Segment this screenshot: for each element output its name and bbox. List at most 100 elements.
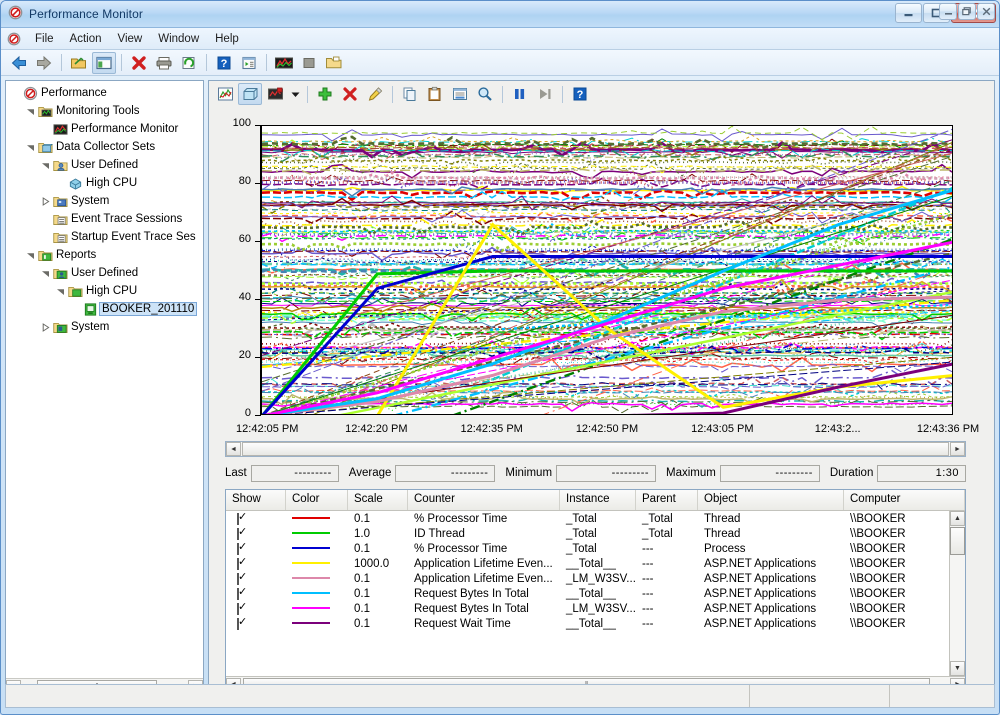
table-row[interactable]: 1.0ID Thread_Total_TotalThread\\BOOKER <box>226 526 949 541</box>
column-header-show[interactable]: Show <box>226 490 286 510</box>
scroll-down-button[interactable]: ▼ <box>950 661 965 676</box>
minimize-button[interactable] <box>895 3 922 23</box>
show-checkbox[interactable] <box>226 573 286 585</box>
x-axis-tick-label: 12:42:20 PM <box>345 423 407 435</box>
menu-window[interactable]: Window <box>150 30 207 48</box>
menu-action[interactable]: Action <box>62 30 110 48</box>
show-checkbox[interactable] <box>226 618 286 630</box>
column-header-scale[interactable]: Scale <box>348 490 408 510</box>
graph-horizontal-scrollbar[interactable]: ◄ ► <box>225 441 966 457</box>
table-row[interactable]: 0.1Application Lifetime Even..._LM_W3SV.… <box>226 571 949 586</box>
expand-collapse-open-icon[interactable] <box>24 251 36 260</box>
tree-item-booker-201110[interactable]: BOOKER_201110 <box>9 300 203 318</box>
table-row[interactable]: 1000.0Application Lifetime Even...__Tota… <box>226 556 949 571</box>
show-checkbox[interactable] <box>226 603 286 615</box>
add-counter-icon[interactable] <box>313 83 337 105</box>
properties-icon[interactable] <box>448 83 472 105</box>
scroll-up-button[interactable]: ▲ <box>950 511 965 526</box>
expand-collapse-open-icon[interactable] <box>54 287 66 296</box>
tree-item-monitoring-tools[interactable]: Monitoring Tools <box>9 102 203 120</box>
graph-type-dropdown-icon[interactable] <box>288 83 302 105</box>
change-graph-type-icon[interactable] <box>263 83 287 105</box>
plot-area[interactable] <box>261 125 953 415</box>
show-checkbox[interactable] <box>226 543 286 555</box>
table-vertical-scrollbar[interactable]: ▲ ▼ <box>949 511 965 676</box>
cell-counter: Request Bytes In Total <box>408 588 560 600</box>
cell-computer: \\BOOKER <box>844 618 949 630</box>
delete-icon[interactable] <box>127 52 151 74</box>
expand-collapse-open-icon[interactable] <box>39 161 51 170</box>
tree-item-startup-event-trace-ses[interactable]: Startup Event Trace Ses <box>9 228 203 246</box>
table-row[interactable]: 0.1Request Bytes In Total__Total__---ASP… <box>226 586 949 601</box>
tree-item-user-defined[interactable]: User Defined <box>9 264 203 282</box>
tree-item-high-cpu[interactable]: High CPU <box>9 174 203 192</box>
view-log-data-icon[interactable] <box>238 83 262 105</box>
table-row[interactable]: 0.1% Processor Time_Total---Process\\BOO… <box>226 541 949 556</box>
show-checkbox[interactable] <box>226 513 286 525</box>
column-header-counter[interactable]: Counter <box>408 490 560 510</box>
tree-item-user-defined[interactable]: User Defined <box>9 156 203 174</box>
help-icon[interactable]: ? <box>212 52 236 74</box>
freeze-display-icon[interactable] <box>508 83 532 105</box>
new-folder-icon[interactable] <box>322 52 346 74</box>
help-icon[interactable]: ? <box>568 83 592 105</box>
copy-properties-icon[interactable] <box>398 83 422 105</box>
cell-instance: _Total <box>560 513 636 525</box>
console-tree[interactable]: PerformanceMonitoring ToolsPerformance M… <box>6 81 203 678</box>
tree-item-system[interactable]: System <box>9 318 203 336</box>
show-checkbox[interactable] <box>226 528 286 540</box>
table-body[interactable]: 0.1% Processor Time_Total_TotalThread\\B… <box>226 511 949 676</box>
tree-item-reports[interactable]: Reports <box>9 246 203 264</box>
expand-collapse-closed-icon[interactable] <box>39 323 51 332</box>
column-header-instance[interactable]: Instance <box>560 490 636 510</box>
back-icon[interactable] <box>7 52 31 74</box>
scroll-thumb[interactable] <box>950 527 965 555</box>
table-row[interactable]: 0.1Request Wait Time__Total__---ASP.NET … <box>226 616 949 631</box>
scroll-left-button[interactable]: ◄ <box>226 442 241 456</box>
table-row[interactable]: 0.1Request Bytes In Total_LM_W3SV...---A… <box>226 601 949 616</box>
cell-scale: 0.1 <box>348 588 408 600</box>
expand-collapse-open-icon[interactable] <box>24 143 36 152</box>
highlight-icon[interactable] <box>363 83 387 105</box>
update-data-icon[interactable] <box>533 83 557 105</box>
stop-icon[interactable] <box>297 52 321 74</box>
table-row[interactable]: 0.1% Processor Time_Total_TotalThread\\B… <box>226 511 949 526</box>
tree-item-high-cpu[interactable]: High CPU <box>9 282 203 300</box>
menu-help[interactable]: Help <box>207 30 247 48</box>
perfmon-graph-icon[interactable] <box>272 52 296 74</box>
scroll-thumb[interactable] <box>242 442 949 456</box>
show-hide-console-tree-icon[interactable] <box>92 52 116 74</box>
mmc-restore-button[interactable] <box>958 3 976 20</box>
mmc-close-button[interactable] <box>977 3 995 20</box>
scroll-right-button[interactable]: ► <box>950 442 965 456</box>
show-checkbox[interactable] <box>226 588 286 600</box>
column-header-color[interactable]: Color <box>286 490 348 510</box>
new-window-icon[interactable] <box>237 52 261 74</box>
refresh-icon[interactable] <box>177 52 201 74</box>
folder-reports-icon <box>36 248 54 263</box>
tree-item-event-trace-sessions[interactable]: Event Trace Sessions <box>9 210 203 228</box>
menu-view[interactable]: View <box>110 30 151 48</box>
expand-collapse-open-icon[interactable] <box>24 107 36 116</box>
tree-item-system[interactable]: System <box>9 192 203 210</box>
open-folder-icon[interactable] <box>67 52 91 74</box>
expand-collapse-open-icon[interactable] <box>39 269 51 278</box>
forward-icon[interactable] <box>32 52 56 74</box>
tree-item-performance[interactable]: Performance <box>9 84 203 102</box>
mmc-minimize-button[interactable] <box>939 3 957 20</box>
column-header-object[interactable]: Object <box>698 490 844 510</box>
expand-collapse-closed-icon[interactable] <box>39 197 51 206</box>
delete-counter-icon[interactable] <box>338 83 362 105</box>
column-header-computer[interactable]: Computer <box>844 490 965 510</box>
tree-item-data-collector-sets[interactable]: Data Collector Sets <box>9 138 203 156</box>
column-header-parent[interactable]: Parent <box>636 490 698 510</box>
color-swatch <box>286 513 348 525</box>
view-current-activity-icon[interactable] <box>213 83 237 105</box>
tree-item-performance-monitor[interactable]: Performance Monitor <box>9 120 203 138</box>
cell-parent: _Total <box>636 513 698 525</box>
zoom-icon[interactable] <box>473 83 497 105</box>
paste-counter-list-icon[interactable] <box>423 83 447 105</box>
show-checkbox[interactable] <box>226 558 286 570</box>
menu-file[interactable]: File <box>27 30 62 48</box>
print-icon[interactable] <box>152 52 176 74</box>
